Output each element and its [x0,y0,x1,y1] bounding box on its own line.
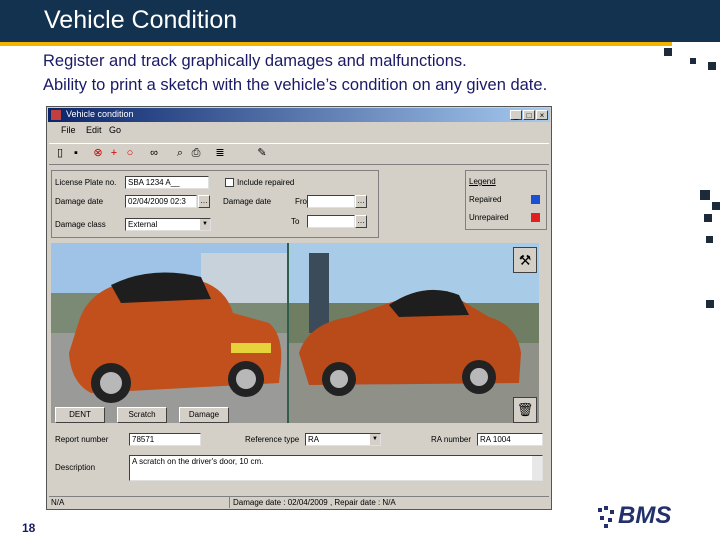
save-icon[interactable]: ▪ [69,146,83,160]
minimize-button[interactable]: _ [510,110,522,120]
damage-class-select[interactable]: External ▼ [125,218,211,231]
from-date-input[interactable] [307,195,355,208]
bms-logo: BMS [596,500,686,534]
to-label: To [291,217,300,226]
legend-repaired-swatch [531,195,540,204]
close-button[interactable]: × [536,110,548,120]
dent-button[interactable]: DENT [55,407,105,423]
chevron-down-icon[interactable]: ▼ [370,434,380,445]
photo-divider [287,243,289,423]
menu-go[interactable]: Go [109,125,121,135]
status-bar: N/A Damage date : 02/04/2009 , Repair da… [49,496,549,509]
car-photo-side[interactable] [289,243,539,423]
app-icon [51,110,61,120]
include-repaired-checkbox[interactable] [225,178,234,187]
damage-date-label: Damage date [55,197,104,206]
reference-type-label: Reference type [245,435,300,444]
settings-icon[interactable]: ✎ [255,146,269,160]
legend-title: Legend [469,177,496,186]
ra-number-input[interactable]: RA 1004 [477,433,543,446]
vehicle-condition-window: Vehicle condition _ □ × File Edit Go ▯ ▪… [46,106,552,510]
title-underline [0,42,672,46]
maximize-button[interactable]: □ [523,110,535,120]
damage-class-value: External [128,220,158,229]
report-number-input[interactable]: 78571 [129,433,201,446]
include-repaired-label: Include repaired [237,178,295,187]
zoom-icon[interactable]: ⌕ [173,146,187,160]
logo-text: BMS [618,502,672,529]
page-number: 18 [22,521,36,535]
ra-number-label: RA number [431,435,472,444]
damage-date-filter-label: Damage date [223,197,272,206]
window-title: Vehicle condition [66,109,134,119]
legend-repaired-label: Repaired [469,195,502,204]
circle-icon[interactable]: ○ [123,146,137,160]
slide-title: Vehicle Condition [44,6,238,34]
tools-icon[interactable]: ⚒ [513,247,537,273]
print-icon[interactable]: ≣ [213,146,227,160]
description-label: Description [55,463,96,472]
license-plate-input[interactable]: SBA 1234 A__ [125,176,209,189]
legend-unrepaired-label: Unrepaired [469,213,509,222]
scratch-button[interactable]: Scratch [117,407,167,423]
damage-date-input[interactable]: 02/04/2009 02:3 [125,195,197,208]
reference-type-value: RA [308,435,320,444]
slide-subtitle-line-2: Ability to print a sketch with the vehic… [43,76,548,94]
status-left: N/A [51,498,65,507]
new-icon[interactable]: ▯ [53,146,67,160]
menu-file[interactable]: File [61,125,76,135]
status-right: Damage date : 02/04/2009 , Repair date :… [233,498,396,507]
damage-date-picker-button[interactable]: … [198,195,210,208]
slide-subtitle-line-1: Register and track graphically damages a… [43,52,467,70]
toolbar: ▯ ▪ ⊗ + ○ ∞ ⌕ ⎙ ≣ ✎ [49,143,549,165]
trash-icon[interactable]: 🗑 [513,397,537,423]
status-divider [229,497,230,508]
slide-title-bar: Vehicle Condition [0,0,720,42]
window-title-bar[interactable]: Vehicle condition _ □ × [48,108,550,122]
description-textarea[interactable]: A scratch on the driver's door, 10 cm. [129,455,543,481]
reference-type-select[interactable]: RA ▼ [305,433,381,446]
damage-class-label: Damage class [55,220,106,229]
description-value: A scratch on the driver's door, 10 cm. [132,457,264,466]
to-date-input[interactable] [307,215,355,228]
license-plate-label: License Plate no. [55,178,117,187]
from-date-picker-button[interactable]: … [355,195,367,208]
damage-button[interactable]: Damage [179,407,229,423]
add-icon[interactable]: + [107,146,121,160]
car-photo-front[interactable] [51,243,287,423]
to-date-picker-button[interactable]: … [355,215,367,228]
menu-edit[interactable]: Edit [86,125,102,135]
description-scrollbar[interactable] [532,456,542,480]
binoculars-icon[interactable]: ∞ [147,146,161,160]
logo-dots-icon [598,506,614,528]
report-number-label: Report number [55,435,109,444]
delete-icon[interactable]: ⊗ [91,146,105,160]
chevron-down-icon[interactable]: ▼ [200,219,210,230]
print-preview-icon[interactable]: ⎙ [189,146,203,160]
legend-unrepaired-swatch [531,213,540,222]
